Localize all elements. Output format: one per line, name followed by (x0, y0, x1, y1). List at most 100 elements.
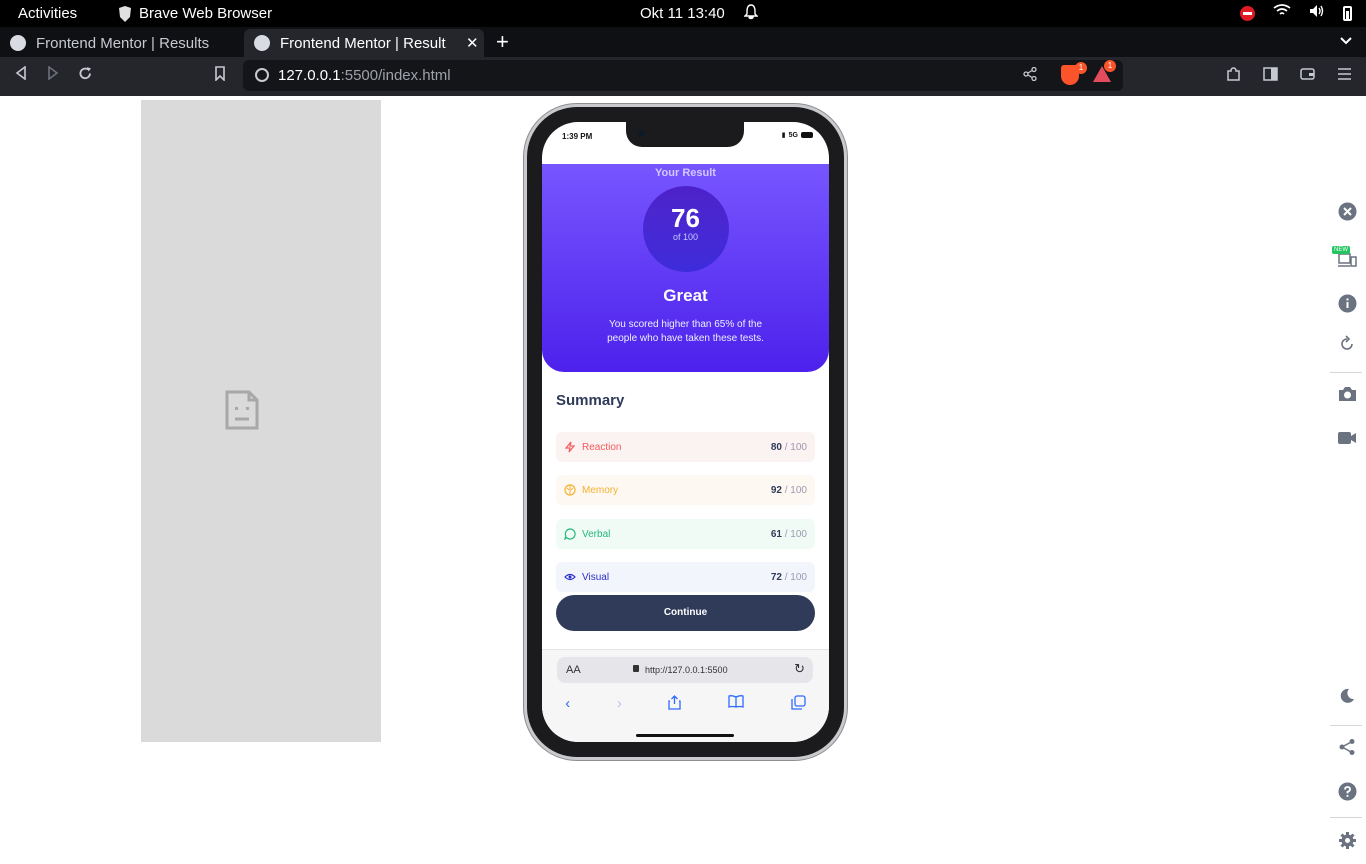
text-size-button[interactable]: AA (566, 664, 581, 676)
tab-strip: Frontend Mentor | Results su Frontend Me… (0, 27, 1366, 57)
summary-item-score: 61 / 100 (770, 528, 807, 540)
system-tray[interactable] (1240, 4, 1352, 22)
lock-icon (633, 665, 639, 672)
share-nodes-icon[interactable] (1336, 738, 1358, 760)
status-time: 1:39 PM (562, 132, 593, 141)
activities-button[interactable]: Activities (18, 5, 77, 22)
summary-item-reaction: Reaction 80 / 100 (556, 432, 815, 462)
safari-tabs-icon[interactable] (791, 695, 806, 714)
result-label: Your Result (655, 167, 716, 179)
summary-item-memory: Memory 92 / 100 (556, 475, 815, 505)
eye-icon (564, 571, 576, 583)
continue-button[interactable]: Continue (556, 595, 815, 631)
strip-divider (1330, 372, 1362, 373)
strip-divider (1330, 817, 1362, 818)
record-video-icon[interactable] (1336, 429, 1358, 451)
summary-item-visual: Visual 72 / 100 (556, 562, 815, 592)
toolbar-actions (1226, 67, 1352, 85)
forward-button[interactable] (46, 65, 60, 85)
safari-reload-icon[interactable]: ↻ (794, 661, 805, 677)
signal-icon: ▮ (781, 132, 786, 139)
tab-title: Frontend Mentor | Results su (36, 34, 214, 52)
bookmark-icon[interactable] (214, 66, 226, 86)
summary-item-score: 92 / 100 (770, 484, 807, 496)
safari-bottom-icons: ‹ › (542, 695, 829, 714)
bolt-icon (564, 441, 576, 453)
brave-shields-icon[interactable]: 1 (1061, 62, 1087, 85)
score-out-of: of 100 (672, 232, 699, 242)
reload-button[interactable] (78, 66, 93, 86)
safari-toolbar: AA http://127.0.0.1:5500 ↻ ‹ › (542, 649, 829, 742)
clock[interactable]: Okt 11 13:40 (640, 5, 725, 22)
share-icon[interactable] (1023, 66, 1037, 84)
summary-title: Summary (556, 392, 625, 409)
result-description: You scored higher than 65% of the people… (607, 319, 764, 344)
phone-battery-icon (801, 132, 813, 138)
network-type: 5G (788, 131, 798, 139)
result-grade: Great (663, 286, 708, 305)
iphone-frame: 1:39 PM ▮ 5G Your Result 76 of 100 Great… (527, 107, 844, 757)
broken-image-placeholder (141, 100, 381, 742)
info-icon[interactable] (1336, 294, 1358, 316)
tab-favicon-icon (10, 35, 26, 51)
safari-address-bar[interactable]: AA http://127.0.0.1:5500 ↻ (557, 657, 813, 683)
brave-rewards-icon[interactable]: 1 (1093, 60, 1116, 82)
new-tab-button[interactable]: + (496, 29, 509, 55)
score-circle: 76 of 100 (642, 186, 729, 272)
wallet-icon[interactable] (1300, 67, 1315, 85)
os-top-bar: Activities Brave Web Browser Okt 11 13:4… (0, 0, 1366, 27)
summary-item-score: 80 / 100 (770, 441, 807, 453)
strip-divider (1330, 725, 1362, 726)
back-button[interactable] (14, 65, 28, 85)
alarm-bell-icon (743, 4, 759, 24)
sidebar-toggle-icon[interactable] (1263, 67, 1278, 85)
responsive-devices-icon[interactable]: NEW (1332, 246, 1358, 272)
new-badge: NEW (1332, 246, 1350, 254)
camera-icon (638, 130, 645, 137)
address-bar[interactable]: 127.0.0.1:5500/index.html 1 1 (243, 60, 1123, 91)
chat-icon (563, 528, 576, 542)
safari-share-icon[interactable] (668, 695, 682, 714)
close-circle-icon[interactable] (1336, 202, 1358, 224)
site-info-icon[interactable] (255, 68, 269, 82)
status-indicators: ▮ 5G (782, 131, 813, 139)
summary-item-name: Visual (582, 571, 610, 583)
summary-item-score: 72 / 100 (770, 571, 807, 583)
safari-url[interactable]: http://127.0.0.1:5500 (645, 665, 728, 675)
result-card: Your Result 76 of 100 Great You scored h… (542, 164, 829, 372)
volume-icon (1309, 4, 1325, 22)
url-text[interactable]: 127.0.0.1:5500/index.html (278, 67, 451, 84)
tab-title: Frontend Mentor | Result (280, 34, 446, 52)
do-not-disturb-icon (1240, 5, 1255, 21)
settings-gear-icon[interactable] (1336, 831, 1358, 853)
app-menu[interactable]: Brave Web Browser (118, 5, 272, 22)
main-menu-icon[interactable] (1337, 67, 1352, 85)
tab-list-chevron-icon[interactable] (1340, 32, 1352, 48)
screenshot-camera-icon[interactable] (1336, 386, 1358, 408)
tab-results-summary[interactable]: Frontend Mentor | Results su (0, 29, 242, 57)
network-icon (1273, 4, 1291, 22)
extensions-puzzle-icon[interactable] (1226, 67, 1241, 85)
summary-item-verbal: Verbal 61 / 100 (556, 519, 815, 549)
devtools-side-strip: NEW (1328, 192, 1366, 864)
help-icon[interactable] (1336, 782, 1358, 804)
safari-back-icon[interactable]: ‹ (565, 695, 570, 714)
page-viewport: 1:39 PM ▮ 5G Your Result 76 of 100 Great… (0, 96, 1366, 849)
phone-notch (626, 122, 744, 147)
globe-favicon-icon (254, 35, 270, 51)
home-indicator (636, 734, 734, 737)
tab-results-active[interactable]: Frontend Mentor | Result ✕ (244, 29, 484, 57)
phone-screen: 1:39 PM ▮ 5G Your Result 76 of 100 Great… (542, 122, 829, 742)
rotate-icon[interactable] (1336, 335, 1358, 357)
safari-bookmarks-icon[interactable] (728, 695, 744, 714)
broken-image-icon (225, 390, 259, 435)
summary-item-name: Memory (582, 484, 619, 496)
battery-icon (1343, 5, 1352, 21)
browser-toolbar: 127.0.0.1:5500/index.html 1 1 (0, 57, 1366, 96)
dark-mode-moon-icon[interactable] (1336, 688, 1358, 710)
app-name: Brave Web Browser (139, 5, 273, 22)
tab-close-icon[interactable]: ✕ (466, 34, 479, 52)
brave-logo-icon (119, 5, 131, 22)
summary-item-name: Verbal (582, 528, 611, 540)
safari-forward-icon[interactable]: › (617, 695, 622, 714)
